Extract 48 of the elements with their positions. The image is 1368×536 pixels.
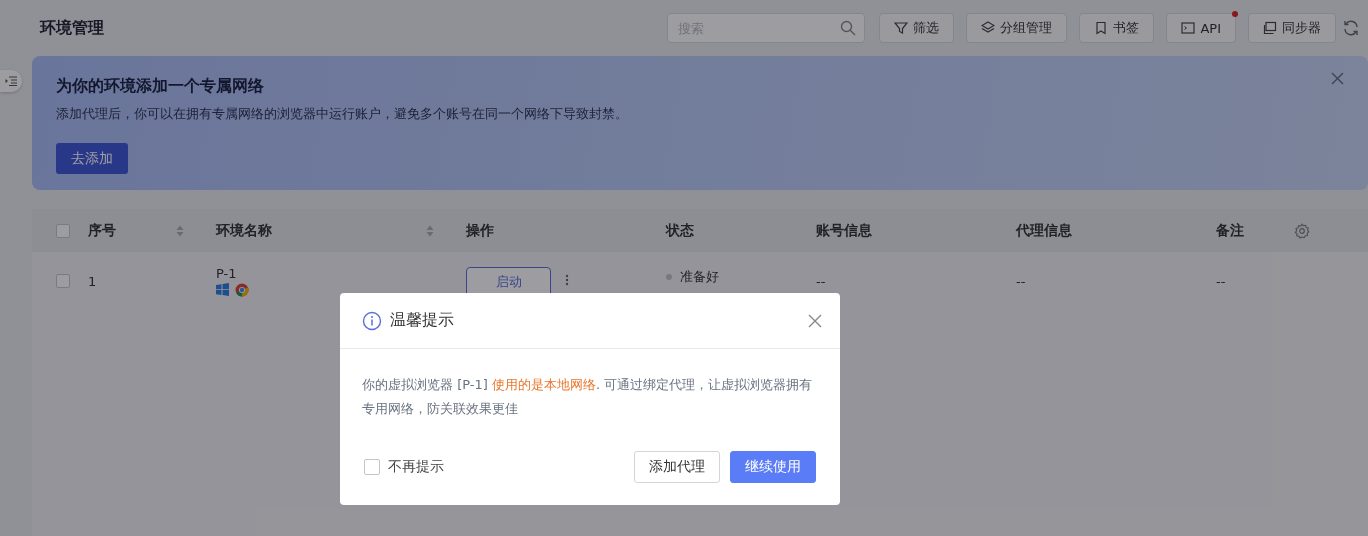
dialog-title: 温馨提示 xyxy=(390,310,455,331)
page-title: 环境管理 xyxy=(40,17,105,39)
close-icon[interactable] xyxy=(808,313,822,328)
column-header: 代理信息 xyxy=(1016,221,1072,240)
more-icon xyxy=(565,274,569,286)
toolbar-button[interactable]: 书签 xyxy=(1079,13,1155,43)
info-icon xyxy=(362,310,382,331)
column-header: 序号 xyxy=(88,221,116,240)
table-cell-text: -- xyxy=(816,274,827,289)
checkbox[interactable] xyxy=(56,223,70,238)
table-cell-text: -- xyxy=(1216,274,1227,289)
filter-icon xyxy=(894,21,909,35)
menu-icon xyxy=(5,76,17,86)
toolbar-button[interactable]: 分组管理 xyxy=(966,13,1068,43)
table-cell-text: -- xyxy=(1016,274,1027,289)
continue-button[interactable]: 继续使用 xyxy=(730,451,816,483)
table-cell-text: P-1 xyxy=(216,266,238,281)
banner-title: 为你的环境添加一个专属网络 xyxy=(56,76,264,97)
table-cell-text: 1 xyxy=(88,274,98,289)
refresh-icon xyxy=(1342,19,1360,37)
search-icon xyxy=(840,20,857,36)
window-icon xyxy=(1263,21,1277,35)
bookmark-icon xyxy=(1094,21,1109,35)
settings-icon[interactable] xyxy=(1294,222,1310,239)
checkbox[interactable] xyxy=(364,459,380,475)
close-icon[interactable] xyxy=(1331,72,1344,85)
toolbar-button[interactable]: 同步器 xyxy=(1248,13,1336,43)
toolbar-button[interactable]: API xyxy=(1166,13,1236,43)
chrome-icon xyxy=(235,283,249,297)
status-dot xyxy=(666,274,672,280)
checkbox-label: 不再提示 xyxy=(388,458,444,476)
column-header: 状态 xyxy=(666,221,694,240)
layers-icon xyxy=(981,21,996,35)
sort-icon xyxy=(176,224,184,237)
toolbar-button[interactable]: 筛选 xyxy=(879,13,955,43)
add-button[interactable]: 去添加 xyxy=(56,143,128,174)
column-header: 账号信息 xyxy=(816,221,872,240)
column-header: 操作 xyxy=(466,221,494,240)
column-header: 环境名称 xyxy=(216,221,272,240)
windows-icon xyxy=(216,283,229,296)
sort-icon xyxy=(426,224,434,237)
checkbox[interactable] xyxy=(56,274,70,288)
column-header: 备注 xyxy=(1216,221,1244,240)
sidebar-toggle[interactable] xyxy=(0,70,22,92)
terminal-icon xyxy=(1181,21,1196,35)
status-text: 准备好 xyxy=(680,268,719,286)
dialog-message: 你的虚拟浏览器 [P-1] 使用的是本地网络. 可通过绑定代理，让虚拟浏览器拥有专用网络，防关联效果更佳 xyxy=(361,376,814,418)
add-proxy-button[interactable]: 添加代理 xyxy=(634,451,720,483)
